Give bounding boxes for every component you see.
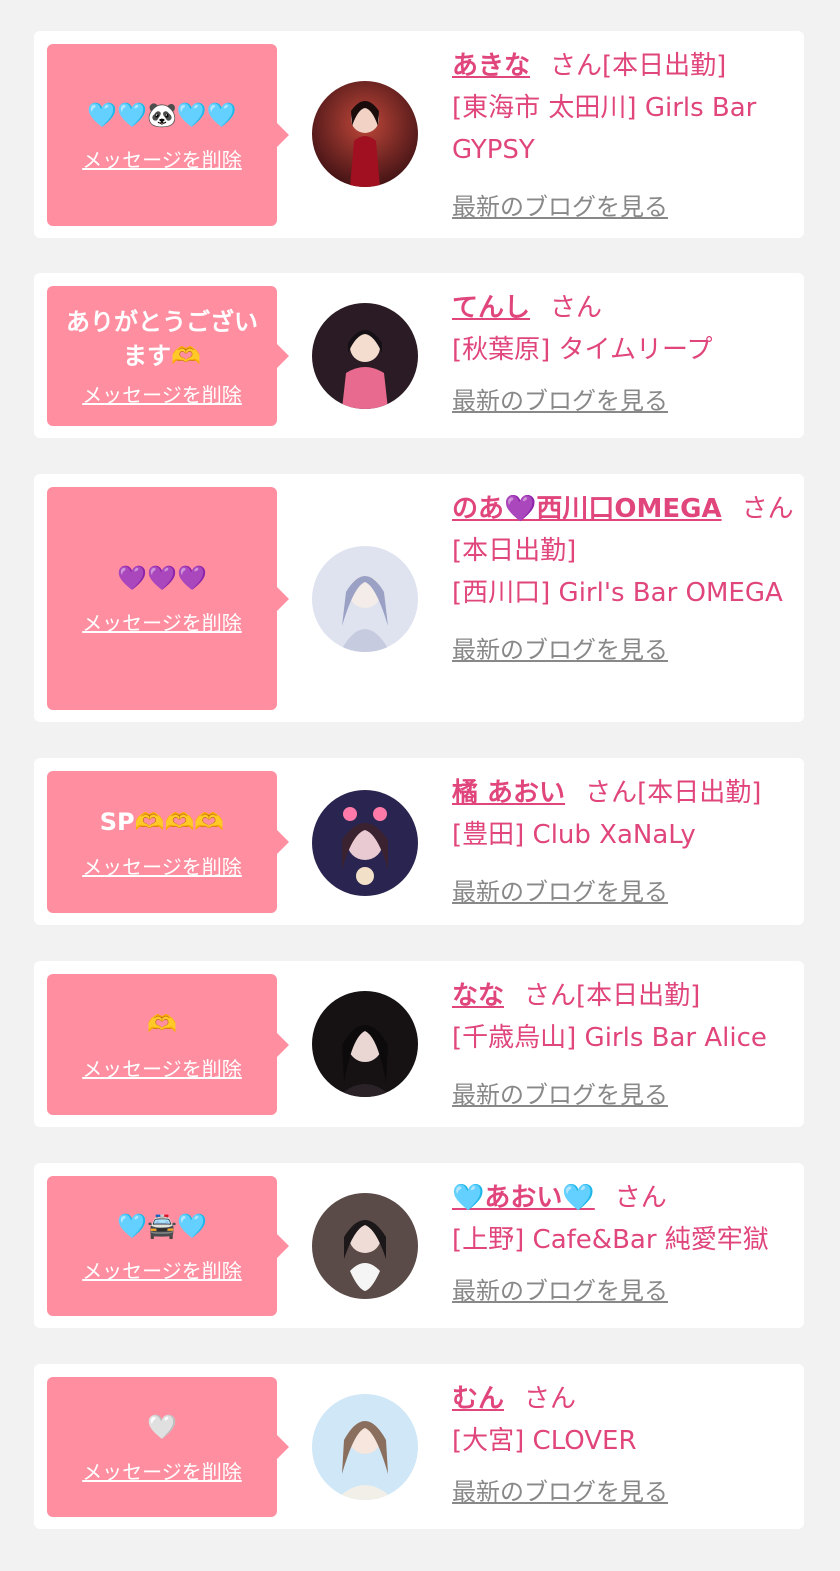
latest-blog-link[interactable]: 最新のブログを見る xyxy=(452,1271,668,1306)
cast-status: さん xyxy=(524,1384,577,1414)
avatar-photo-placeholder xyxy=(312,303,418,409)
message-card: ありがとうございます🫶 メッセージを削除 てんし さん [秋葉原] タイムリープ … xyxy=(34,273,804,438)
cast-info: 🩵あおい🩵 さん [上野] Cafe&Bar 純愛牢獄 最新のブログを見る xyxy=(452,1177,797,1306)
message-text: ありがとうございます🫶 xyxy=(66,307,258,370)
message-text: 🫶 xyxy=(147,1010,177,1038)
avatar-photo-placeholder xyxy=(312,546,418,652)
message-text: 💜💜💜 xyxy=(117,564,207,592)
shop-name: [大宮] CLOVER xyxy=(452,1426,637,1456)
message-text: 🩵🩵🐼🩵🩵 xyxy=(87,100,237,129)
cast-name-link[interactable]: むん xyxy=(452,1384,504,1414)
cast-status: さん xyxy=(614,1183,667,1213)
message-card: 🤍 メッセージを削除 むん さん [大宮] CLOVER 最新のブログを見る xyxy=(34,1364,804,1529)
avatar-photo-placeholder xyxy=(312,790,418,896)
latest-blog-link[interactable]: 最新のブログを見る xyxy=(452,1472,668,1507)
avatar[interactable] xyxy=(312,81,418,187)
delete-message-link[interactable]: メッセージを削除 xyxy=(82,1255,242,1284)
cast-info: のあ💜西川口OMEGA さん[本日出勤] [西川口] Girl's Bar OME… xyxy=(452,488,797,665)
cast-name-link[interactable]: 🩵あおい🩵 xyxy=(452,1183,595,1213)
message-text: 🩵🚔🩵 xyxy=(117,1211,207,1240)
cast-name-link[interactable]: 橘 あおい xyxy=(452,778,565,808)
avatar[interactable] xyxy=(312,1394,418,1500)
delete-message-link[interactable]: メッセージを削除 xyxy=(82,1456,242,1485)
message-bubble: 💜💜💜 メッセージを削除 xyxy=(47,487,289,710)
avatar[interactable] xyxy=(312,546,418,652)
avatar[interactable] xyxy=(312,1193,418,1299)
cast-status: さん[本日出勤] xyxy=(524,981,701,1011)
latest-blog-link[interactable]: 最新のブログを見る xyxy=(452,381,668,416)
cast-status: さん xyxy=(550,293,603,323)
shop-name: [西川口] Girl's Bar OMEGA xyxy=(452,578,783,608)
avatar[interactable] xyxy=(312,991,418,1097)
message-card: 🫶 メッセージを削除 なな さん[本日出勤] [千歳烏山] Girls Bar A… xyxy=(34,961,804,1127)
delete-message-link[interactable]: メッセージを削除 xyxy=(82,1053,242,1082)
avatar-photo-placeholder xyxy=(312,1394,418,1500)
delete-message-link[interactable]: メッセージを削除 xyxy=(82,607,242,636)
delete-message-link[interactable]: メッセージを削除 xyxy=(82,851,242,880)
message-card: 💜💜💜 メッセージを削除 のあ💜西川口OMEGA さん[本日出勤] [西川口] G… xyxy=(34,474,804,722)
cast-name-link[interactable]: のあ💜西川口OMEGA xyxy=(452,494,722,524)
message-bubble: SP🫶🫶🫶 メッセージを削除 xyxy=(47,771,289,913)
delete-message-link[interactable]: メッセージを削除 xyxy=(82,379,242,408)
cast-info: なな さん[本日出勤] [千歳烏山] Girls Bar Alice 最新のブログ… xyxy=(452,975,797,1110)
cast-info: てんし さん [秋葉原] タイムリープ 最新のブログを見る xyxy=(452,287,797,416)
shop-name: [豊田] Club XaNaLy xyxy=(452,820,696,850)
shop-name: [秋葉原] タイムリープ xyxy=(452,335,713,365)
message-card: 🩵🚔🩵 メッセージを削除 🩵あおい🩵 さん [上野] Cafe&Bar 純愛牢獄 … xyxy=(34,1163,804,1328)
message-bubble: 🩵🚔🩵 メッセージを削除 xyxy=(47,1176,289,1316)
message-card: 🩵🩵🐼🩵🩵 メッセージを削除 あきな さん[本日出勤] [東海市 太田川] Gir… xyxy=(34,31,804,238)
message-bubble: 🤍 メッセージを削除 xyxy=(47,1377,289,1517)
message-text: 🤍 xyxy=(147,1412,177,1441)
latest-blog-link[interactable]: 最新のブログを見る xyxy=(452,1075,668,1110)
message-list: 🩵🩵🐼🩵🩵 メッセージを削除 あきな さん[本日出勤] [東海市 太田川] Gir… xyxy=(0,0,840,1571)
latest-blog-link[interactable]: 最新のブログを見る xyxy=(452,187,668,222)
shop-name: [千歳烏山] Girls Bar Alice xyxy=(452,1023,767,1053)
avatar-photo-placeholder xyxy=(312,1193,418,1299)
cast-info: あきな さん[本日出勤] [東海市 太田川] Girls Bar GYPSY 最新… xyxy=(452,45,797,222)
cast-name-link[interactable]: てんし xyxy=(452,293,530,323)
cast-name-link[interactable]: なな xyxy=(452,981,504,1011)
shop-name: [東海市 太田川] Girls Bar GYPSY xyxy=(452,93,757,165)
avatar[interactable] xyxy=(312,790,418,896)
avatar-photo-placeholder xyxy=(312,81,418,187)
latest-blog-link[interactable]: 最新のブログを見る xyxy=(452,872,668,907)
cast-status: さん[本日出勤] xyxy=(550,51,727,81)
message-bubble: 🫶 メッセージを削除 xyxy=(47,974,289,1115)
message-bubble: 🩵🩵🐼🩵🩵 メッセージを削除 xyxy=(47,44,289,226)
avatar-photo-placeholder xyxy=(312,991,418,1097)
message-text: SP🫶🫶🫶 xyxy=(99,807,225,836)
shop-name: [上野] Cafe&Bar 純愛牢獄 xyxy=(452,1225,769,1255)
latest-blog-link[interactable]: 最新のブログを見る xyxy=(452,630,668,665)
cast-info: 橘 あおい さん[本日出勤] [豊田] Club XaNaLy 最新のブログを見る xyxy=(452,772,797,907)
cast-status: さん[本日出勤] xyxy=(585,778,762,808)
delete-message-link[interactable]: メッセージを削除 xyxy=(82,144,242,173)
message-card: SP🫶🫶🫶 メッセージを削除 橘 あおい さん[本日出勤] [豊田] Club X… xyxy=(34,758,804,925)
cast-info: むん さん [大宮] CLOVER 最新のブログを見る xyxy=(452,1378,797,1507)
cast-name-link[interactable]: あきな xyxy=(452,51,530,81)
message-bubble: ありがとうございます🫶 メッセージを削除 xyxy=(47,286,289,426)
avatar[interactable] xyxy=(312,303,418,409)
